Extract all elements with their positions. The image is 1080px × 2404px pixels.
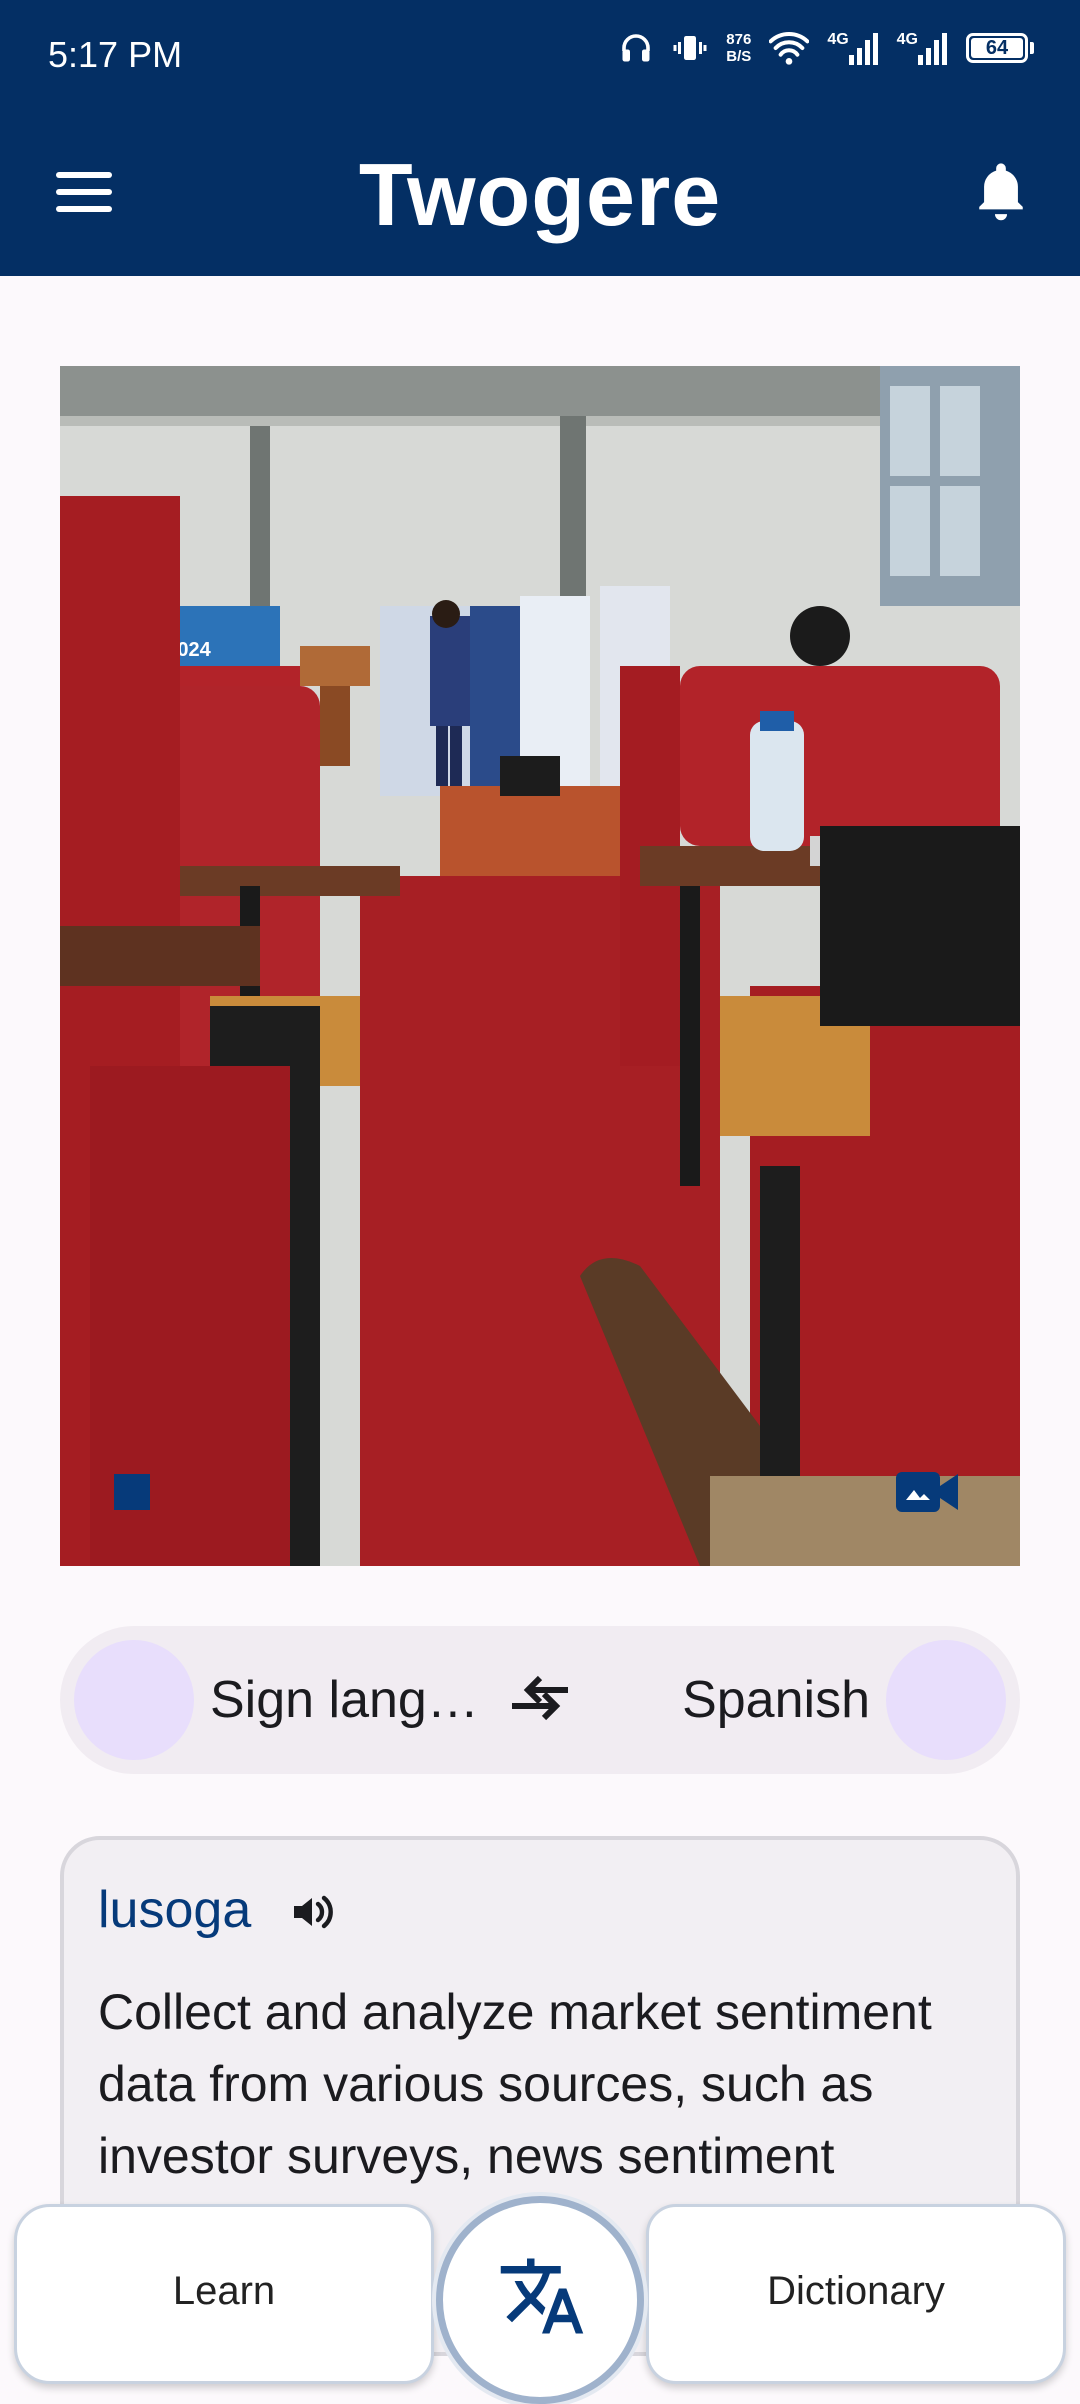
target-language[interactable]: Spanish bbox=[682, 1670, 870, 1730]
signal-2: 4G bbox=[897, 31, 948, 65]
bell-icon[interactable] bbox=[972, 158, 1030, 227]
language-selector: Sign langa… Spanish bbox=[60, 1626, 1020, 1774]
source-language-avatar[interactable] bbox=[74, 1640, 194, 1760]
net-speed-value: 876 bbox=[726, 31, 752, 48]
translate-button[interactable] bbox=[436, 2196, 644, 2404]
nav-dictionary-label: Dictionary bbox=[767, 2269, 945, 2313]
status-bar: 5:17 PM 876 B/S 4G 4G 64 bbox=[0, 0, 1080, 108]
signal-bars-icon bbox=[918, 33, 947, 65]
source-language[interactable]: Sign langa… bbox=[210, 1670, 490, 1730]
target-language-avatar[interactable] bbox=[886, 1640, 1006, 1760]
net-speed-unit: B/S bbox=[726, 48, 752, 65]
signal-bars-icon bbox=[848, 33, 878, 65]
translate-icon bbox=[500, 2258, 584, 2334]
app-bar: Twogere bbox=[0, 108, 1080, 276]
vibrate-icon bbox=[672, 30, 708, 66]
switch-camera-icon[interactable] bbox=[896, 1466, 960, 1523]
wifi-icon bbox=[769, 31, 810, 65]
camera-preview[interactable]: I-TECH THON 2024 bbox=[60, 366, 1020, 1566]
status-icons: 876 B/S 4G 4G 64 bbox=[618, 30, 1034, 66]
volume-icon[interactable] bbox=[288, 1888, 336, 1941]
stop-square-icon[interactable] bbox=[114, 1474, 150, 1510]
nav-dictionary[interactable]: Dictionary bbox=[646, 2204, 1066, 2384]
signal-1-label: 4G bbox=[827, 31, 849, 48]
result-text: Collect and analyze market sentiment dat… bbox=[98, 1984, 932, 2184]
status-time: 5:17 PM bbox=[48, 34, 183, 75]
headphones-icon bbox=[618, 30, 654, 66]
app-title: Twogere bbox=[358, 145, 722, 244]
signal-1: 4G bbox=[827, 31, 878, 65]
signal-2-label: 4G bbox=[896, 31, 918, 48]
nav-learn-label: Learn bbox=[172, 2269, 276, 2313]
swap-arrows-icon[interactable] bbox=[508, 1674, 572, 1727]
net-speed: 876 B/S bbox=[726, 31, 751, 65]
camera-scene: I-TECH THON 2024 bbox=[60, 366, 1020, 1566]
battery-level: 64 bbox=[971, 37, 1023, 59]
battery-icon: 64 bbox=[966, 33, 1034, 63]
nav-learn[interactable]: Learn bbox=[14, 2204, 434, 2384]
result-language: lusoga bbox=[98, 1881, 252, 1939]
bottom-navigation: Learn Dictionary bbox=[0, 2186, 1080, 2404]
